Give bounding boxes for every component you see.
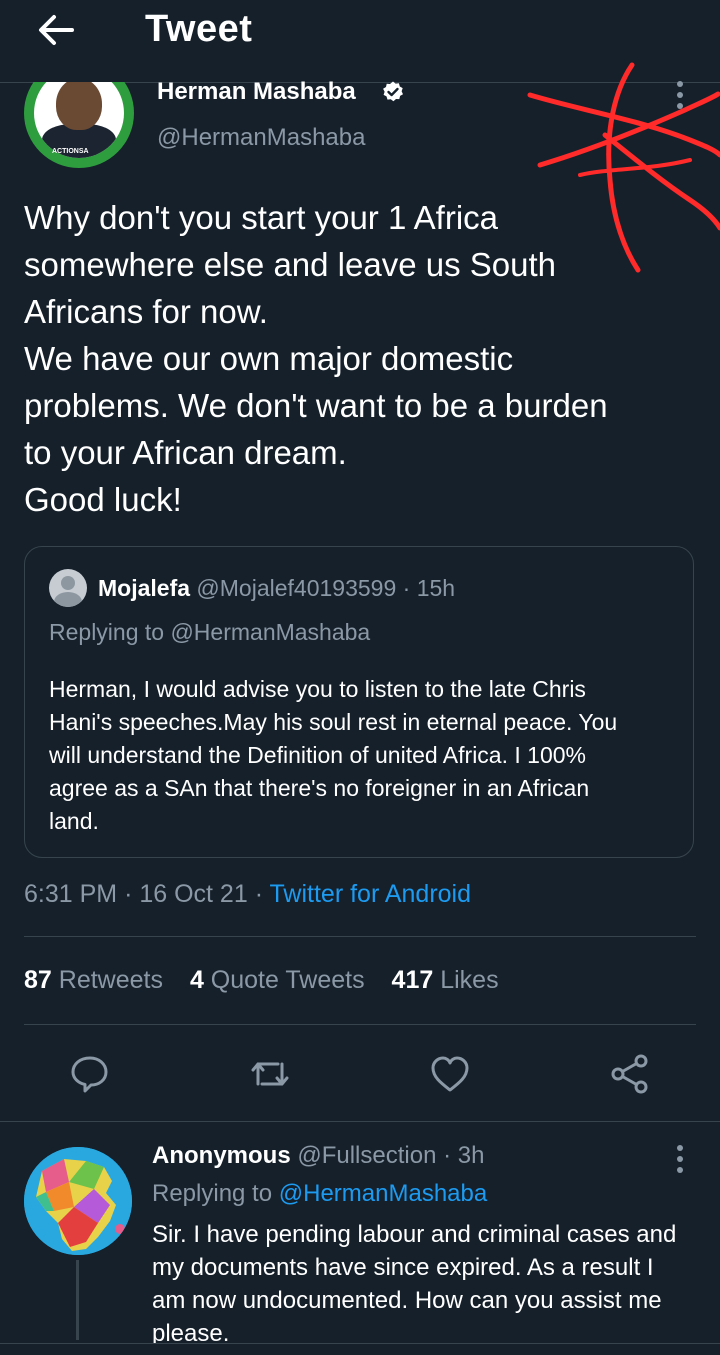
top-bar: Tweet (0, 0, 720, 83)
avatar-photo (34, 82, 124, 158)
quoted-author-handle[interactable]: @Mojalef40193599 (196, 575, 396, 601)
avatar-logo-text: ACTIONSA (52, 148, 89, 155)
bottom-edge (0, 1344, 720, 1355)
quoted-text-line: Herman, I would advise you to listen to … (49, 676, 586, 702)
share-icon[interactable] (608, 1052, 652, 1096)
quoted-text-line: Hani's speeches.May his soul rest in ete… (49, 709, 618, 735)
reply-author-handle[interactable]: @Fullsection (297, 1142, 436, 1169)
africa-map-image (24, 1147, 132, 1255)
more-vertical-icon[interactable] (666, 78, 694, 112)
reply-text-line: my documents have since expired. As a re… (152, 1254, 654, 1281)
tweet-text-line: somewhere else and leave us South (24, 246, 556, 283)
tweet-text-line: problems. We don't want to be a burden (24, 387, 608, 424)
reply-replying-to: Replying to @HermanMashaba (152, 1180, 488, 1207)
page-title: Tweet (145, 8, 253, 50)
tweet-text-line: Why don't you start your 1 Africa (24, 199, 499, 236)
quoted-text-line: land. (49, 808, 99, 834)
tweet-action-bar (0, 1048, 720, 1104)
tweet-text-line: to your African dream. (24, 434, 347, 471)
tweet-text-line: We have our own major domestic (24, 340, 514, 377)
quoted-tweet-text: Herman, I would advise you to listen to … (49, 673, 675, 838)
divider (0, 1121, 720, 1122)
quoted-text-line: will understand the Definition of united… (49, 742, 586, 768)
quote-tweets-stat[interactable]: 4 Quote Tweets (190, 966, 365, 994)
mention-link[interactable]: @HermanMashaba (279, 1180, 487, 1207)
quoted-replying-to: Replying to @HermanMashaba (49, 619, 371, 645)
retweets-stat[interactable]: 87 Retweets (24, 966, 163, 994)
reply-text: Sir. I have pending labour and criminal … (152, 1218, 707, 1350)
more-vertical-icon[interactable] (666, 1142, 694, 1176)
tweet-meta: 6:31 PM · 16 Oct 21 · Twitter for Androi… (24, 880, 472, 908)
tweet-date: 16 Oct 21 (139, 880, 248, 908)
verified-badge-icon (383, 81, 403, 102)
quoted-text-line: agree as a SAn that there's no foreigner… (49, 775, 590, 801)
reply-author-avatar[interactable] (24, 1147, 132, 1255)
reply-author-name[interactable]: Anonymous (152, 1142, 291, 1169)
dot-separator: · (402, 575, 411, 601)
arrow-left-icon[interactable] (36, 10, 76, 50)
likes-stat[interactable]: 417 Likes (392, 966, 499, 994)
quoted-author-name[interactable]: Mojalefa (98, 575, 190, 601)
divider (24, 936, 696, 937)
divider (24, 1024, 696, 1025)
reply-text-line: Sir. I have pending labour and criminal … (152, 1221, 677, 1248)
author-name[interactable]: Herman Mashaba (157, 78, 356, 106)
dot-separator: · (443, 1142, 452, 1169)
reply-timestamp: 3h (457, 1142, 485, 1169)
heart-icon[interactable] (428, 1052, 472, 1096)
author-handle[interactable]: @HermanMashaba (157, 124, 365, 152)
tweet-stats: 87 Retweets 4 Quote Tweets 417 Likes (24, 966, 519, 995)
reply-icon[interactable] (68, 1052, 112, 1096)
author-avatar[interactable]: ACTIONSA (24, 82, 134, 168)
tweet-text: Why don't you start your 1 Africa somewh… (24, 194, 694, 523)
quoted-timestamp: 15h (416, 575, 456, 601)
thread-connector-line (76, 1260, 79, 1340)
tweet-text-line: Africans for now. (24, 293, 268, 330)
quoted-tweet[interactable]: Mojalefa @Mojalef40193599 · 15h Replying… (24, 546, 694, 858)
default-avatar-icon[interactable] (49, 569, 87, 607)
reply-header: Anonymous @Fullsection · 3h (152, 1142, 484, 1170)
tweet-text-line: Good luck! (24, 481, 182, 518)
retweet-icon[interactable] (248, 1052, 292, 1096)
tweet-source-link[interactable]: Twitter for Android (270, 880, 471, 908)
reply-text-line: am now undocumented. How can you assist … (152, 1287, 662, 1314)
quoted-tweet-header: Mojalefa @Mojalef40193599 · 15h (98, 575, 455, 602)
tweet-time: 6:31 PM (24, 880, 118, 908)
